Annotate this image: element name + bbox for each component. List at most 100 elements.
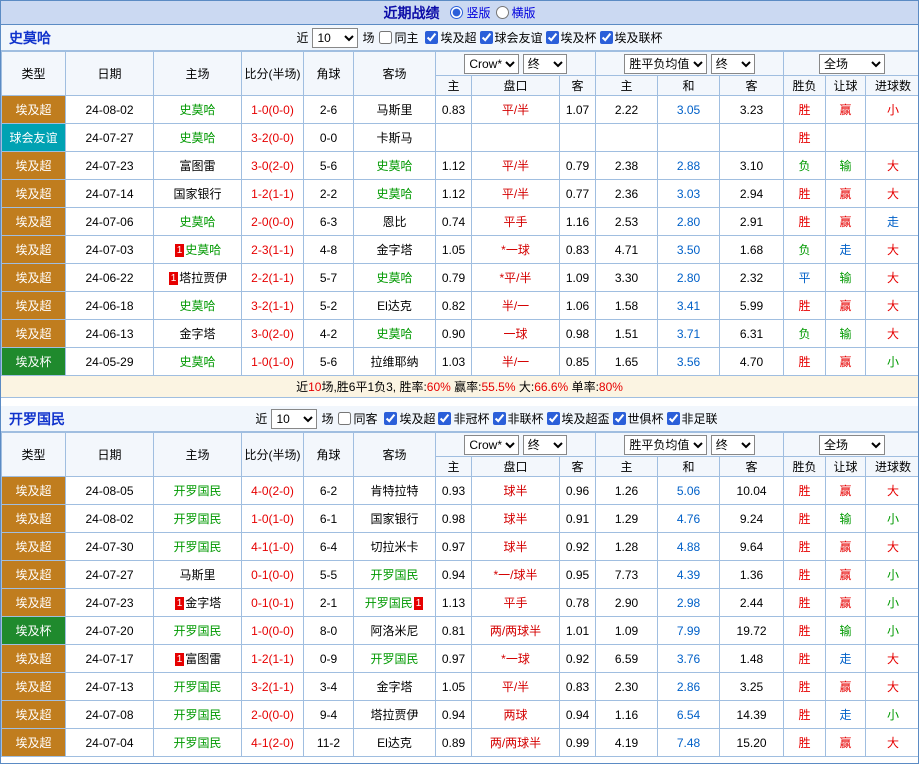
team-link[interactable]: 切拉米卡	[370, 540, 418, 554]
league-filter-option[interactable]: 埃及联杯	[599, 29, 663, 46]
team-link[interactable]: 恩比	[382, 215, 406, 229]
team-link[interactable]: 史莫哈	[179, 103, 215, 117]
col-header-ah-home: 主	[435, 75, 472, 96]
team-link[interactable]: 金字塔	[376, 680, 412, 694]
league-filter-option[interactable]: 非联杯	[492, 410, 544, 427]
team-link[interactable]: 塔拉贾伊	[370, 708, 418, 722]
league-filter-option[interactable]: 埃及超	[383, 410, 435, 427]
league-checkbox[interactable]	[612, 411, 626, 425]
league-type-cell: 埃及杯	[1, 347, 66, 376]
team-link[interactable]: 开罗国民	[173, 708, 221, 722]
team-link[interactable]: 拉维耶纳	[370, 355, 418, 369]
team-link[interactable]: 塔拉贾伊	[179, 271, 227, 285]
ah-away-odds-cell: 0.96	[558, 476, 597, 505]
handicap-cell: 平/半	[471, 672, 560, 701]
team-link[interactable]: 史莫哈	[185, 243, 221, 257]
team-link[interactable]: El达克	[377, 736, 412, 750]
team-link[interactable]: 史莫哈	[376, 159, 412, 173]
layout-horizontal-option[interactable]: 横版	[495, 4, 536, 21]
league-checkbox[interactable]	[492, 411, 506, 425]
odds-company-select[interactable]: Crow*	[464, 53, 520, 74]
horizontal-layout-radio[interactable]	[495, 6, 509, 19]
layout-vertical-option[interactable]: 竖版	[449, 4, 491, 21]
same-venue-checkbox[interactable]	[338, 412, 352, 425]
odds-company-select[interactable]: Crow*	[464, 434, 520, 455]
team-link[interactable]: 开罗国民	[173, 484, 221, 498]
team-link[interactable]: 国家银行	[173, 187, 221, 201]
league-filter-option[interactable]: 埃及超	[424, 29, 477, 46]
team-link[interactable]: 马斯里	[376, 103, 412, 117]
league-filter-option[interactable]: 非冠杯	[437, 410, 490, 427]
match-count-select[interactable]: 10	[312, 27, 359, 48]
team-link[interactable]: 开罗国民	[173, 540, 221, 554]
team-link[interactable]: 金字塔	[376, 243, 412, 257]
team-link[interactable]: 史莫哈	[179, 131, 215, 145]
same-venue-option[interactable]: 同主	[378, 29, 418, 46]
team-link[interactable]: 卡斯马	[376, 131, 412, 145]
ah-home-odds-cell: 0.97	[435, 532, 472, 561]
handicap-result-cell	[825, 123, 867, 152]
vertical-layout-radio[interactable]	[450, 6, 464, 19]
corners-cell: 2-2	[303, 179, 354, 208]
team-link[interactable]: 肯特拉特	[370, 484, 418, 498]
league-filter-option[interactable]: 世俱杯	[612, 410, 664, 427]
wdl-company-select[interactable]: 胜平负均值	[624, 53, 708, 74]
goals-result-cell: 大	[865, 151, 918, 180]
team-link[interactable]: 金字塔	[179, 327, 215, 341]
team-name[interactable]: 史莫哈	[9, 28, 51, 48]
team-link[interactable]: 史莫哈	[376, 327, 412, 341]
team-link[interactable]: 开罗国民	[173, 624, 221, 638]
wdl-company-select[interactable]: 胜平负均值	[624, 434, 708, 455]
odds-stage-select[interactable]: 终	[522, 53, 567, 74]
col-header-score: 比分(半场)	[241, 432, 304, 477]
league-filter-option[interactable]: 埃及杯	[545, 29, 597, 46]
league-type-cell: 埃及杯	[1, 616, 66, 645]
same-venue-option[interactable]: 同客	[337, 410, 377, 427]
summary-segment: 赢率:	[450, 380, 482, 394]
league-checkbox[interactable]	[546, 411, 560, 425]
team-link[interactable]: El达克	[377, 299, 412, 313]
league-checkbox[interactable]	[666, 411, 680, 425]
team-link[interactable]: 史莫哈	[179, 299, 215, 313]
same-venue-checkbox[interactable]	[379, 31, 393, 44]
league-filter-option[interactable]: 埃及超盃	[546, 410, 610, 427]
team-link[interactable]: 开罗国民	[173, 736, 221, 750]
league-filter-option[interactable]: 球会友谊	[479, 29, 543, 46]
league-checkbox[interactable]	[599, 30, 613, 44]
goals-result-cell: 小	[865, 95, 918, 124]
team-link[interactable]: 史莫哈	[179, 215, 215, 229]
away-team-cell: 开罗国民	[353, 644, 436, 673]
league-checkbox[interactable]	[438, 411, 452, 425]
wl-result-cell: 胜	[783, 504, 827, 533]
team-link[interactable]: 国家银行	[370, 512, 418, 526]
team-link[interactable]: 史莫哈	[179, 355, 215, 369]
wdl-stage-select[interactable]: 终	[710, 434, 755, 455]
odds-stage-select[interactable]: 终	[522, 434, 567, 455]
team-link[interactable]: 开罗国民	[173, 512, 221, 526]
team-link[interactable]: 开罗国民	[365, 596, 413, 610]
team-name[interactable]: 开罗国民	[9, 409, 65, 429]
team-link[interactable]: 史莫哈	[376, 271, 412, 285]
match-row: 埃及超 24-08-05 开罗国民 4-0(2-0) 6-2 肯特拉特 0.93 球半 0.96…	[1, 476, 918, 505]
home-team-cell: 1 富图雷	[153, 644, 242, 673]
match-count-select[interactable]: 10	[271, 408, 318, 429]
ah-home-odds-cell: 1.05	[435, 672, 472, 701]
ah-away-odds-cell: 1.09	[558, 263, 597, 292]
league-filter-option[interactable]: 非足联	[666, 410, 718, 427]
scope-select[interactable]: 全场	[819, 53, 886, 74]
league-checkbox[interactable]	[479, 30, 493, 44]
wdl-stage-select[interactable]: 终	[710, 53, 755, 74]
team-link[interactable]: 开罗国民	[370, 568, 418, 582]
scope-select[interactable]: 全场	[819, 434, 886, 455]
team-link[interactable]: 开罗国民	[173, 680, 221, 694]
team-link[interactable]: 史莫哈	[376, 187, 412, 201]
team-link[interactable]: 富图雷	[179, 159, 215, 173]
team-link[interactable]: 富图雷	[185, 652, 221, 666]
team-link[interactable]: 金字塔	[185, 596, 221, 610]
league-checkbox[interactable]	[545, 30, 559, 44]
team-link[interactable]: 马斯里	[179, 568, 215, 582]
league-checkbox[interactable]	[425, 30, 439, 44]
team-link[interactable]: 阿洛米尼	[370, 624, 418, 638]
league-checkbox[interactable]	[384, 411, 398, 425]
team-link[interactable]: 开罗国民	[370, 652, 418, 666]
